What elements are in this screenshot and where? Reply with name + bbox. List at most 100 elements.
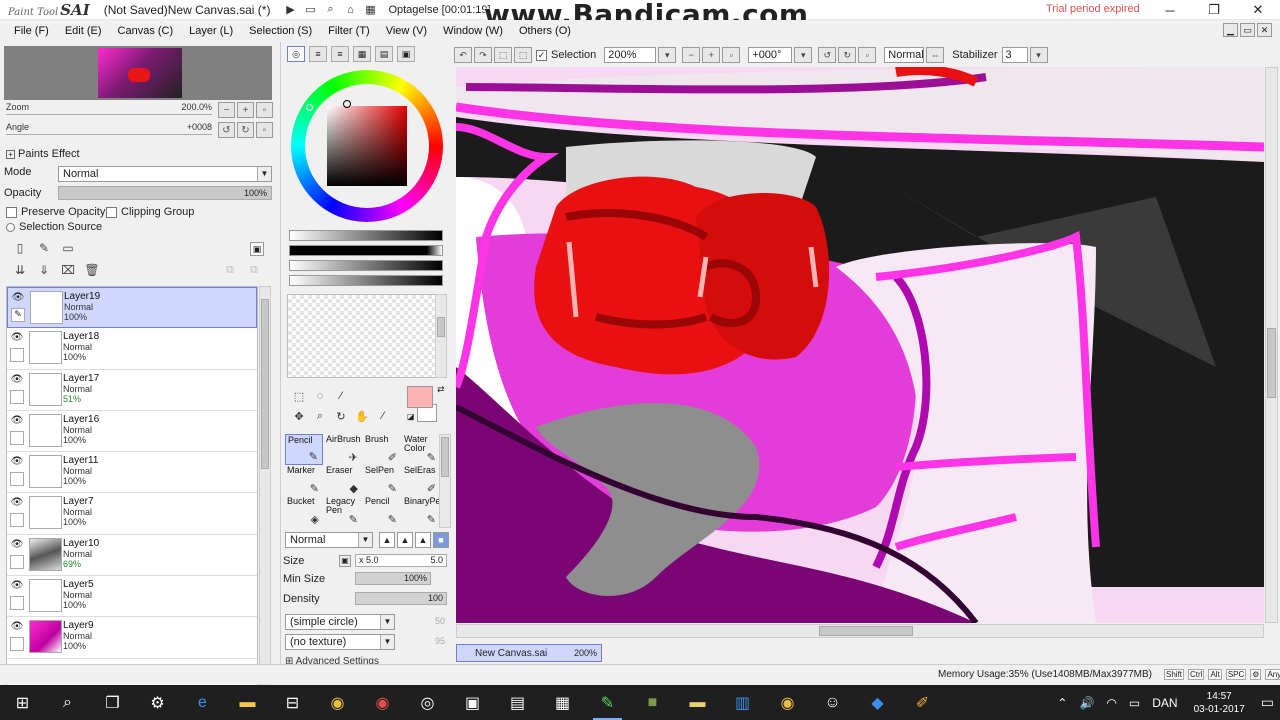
undo-button[interactable]: ↶ [454,47,472,63]
stabilizer-value[interactable]: 3 [1001,47,1028,63]
tip-shape-3-icon[interactable]: ▲ [415,532,431,548]
layer-mode-select[interactable]: Normal ▼ [58,166,272,182]
rect-select-icon[interactable]: ⬚ [289,388,309,404]
color-wheel-tab-icon[interactable]: ◎ [287,46,305,62]
edit-box-icon[interactable] [10,430,24,445]
mdi-close-icon[interactable]: ✕ [1257,23,1272,37]
new-linework-layer-icon[interactable]: ✎ [36,240,52,256]
store-icon[interactable]: ⊟ [270,685,315,720]
app-icon[interactable]: ▤ [495,685,540,720]
flip-button[interactable]: ⇔ [926,47,945,63]
brush-shape-select[interactable]: (simple circle) ▼ [285,614,395,630]
canvas-angle-field[interactable]: +000° [748,47,793,63]
hsv-slider-tab-icon[interactable]: ≡ [331,46,349,62]
app-icon[interactable]: ▥ [720,685,765,720]
layer-list-scrollbar[interactable] [259,286,271,688]
visibility-eye-icon[interactable]: 👁 [10,621,24,633]
layer-row[interactable]: 👁 ✎ Layer19 Normal 100% [7,287,257,329]
transfer-down-icon[interactable]: ⇊ [12,262,28,278]
visibility-eye-icon[interactable]: 👁 [10,456,24,468]
density-slider[interactable]: 100 [355,592,447,605]
opacity-slider[interactable]: 100% [58,186,272,200]
zoom-reset-button[interactable]: ▫ [256,102,273,118]
canvas-zoom-field[interactable]: 200% [604,47,657,63]
eyedropper-icon[interactable]: ⁄ [373,408,393,424]
magic-wand-icon[interactable]: ⁄ [331,388,351,404]
selection-checkbox[interactable]: ✓ Selection [536,49,596,61]
edit-box-icon[interactable] [10,513,24,528]
zoom-tool-icon[interactable]: ⌕ [310,408,330,424]
layer-row[interactable]: 👁 Layer16 Normal 100% [7,410,257,453]
clipping-group-checkbox[interactable]: Clipping Group [106,206,194,218]
brush-tool[interactable]: Water Color ✎ [402,434,440,465]
size-slider[interactable]: x 5.0 5.0 [355,554,447,567]
menu-canvas[interactable]: Canvas (C) [110,25,182,37]
brush-tool[interactable]: Eraser ◆ [324,465,362,496]
drawing-canvas[interactable] [456,67,1264,623]
layer-row[interactable]: 👁 Layer9 Normal 100% [7,617,257,659]
clock[interactable]: 14:57 03-01-2017 [1184,690,1255,716]
color-palette-tab-icon[interactable]: ▦ [353,46,371,62]
deselect-button[interactable]: ⬚ [494,47,512,63]
layer-row[interactable]: 👁 Layer5 Normal 100% [7,576,257,618]
layer-row[interactable]: 👁 Layer7 Normal 100% [7,493,257,535]
close-icon[interactable]: ✕ [1236,0,1280,20]
language-indicator[interactable]: DAN [1146,696,1183,710]
menu-window[interactable]: Window (W) [435,25,511,37]
notes-icon[interactable]: ▬ [675,685,720,720]
rotate-reset-button[interactable]: ▫ [256,122,273,138]
hand-tool-icon[interactable]: ✋ [352,408,372,424]
notifications-icon[interactable]: ▭ [1255,694,1280,711]
zoom-in-button[interactable]: + [237,102,254,118]
edit-box-icon[interactable] [10,472,24,487]
chevron-up-icon[interactable]: ⌃ [1051,696,1073,710]
stabilizer-dropdown-button[interactable]: ▾ [1029,47,1048,63]
min-size-slider[interactable]: 100% [355,572,431,585]
delete-layer-icon[interactable]: 🗑 [84,262,100,278]
settings-app-icon[interactable]: ⚙ [135,685,180,720]
edit-box-icon[interactable] [10,637,24,652]
menu-view[interactable]: View (V) [378,25,435,37]
size-multiplier-icon[interactable]: ▣ [339,555,351,567]
merge-down-icon[interactable]: ⇓ [36,262,52,278]
brush-tool[interactable]: Bucket ◈ [285,496,323,527]
lasso-icon[interactable]: ◌ [310,388,330,404]
battery-icon[interactable]: ▭ [1123,696,1146,710]
saturation-value-square[interactable] [327,106,407,186]
brush-tool[interactable]: Marker ✎ [285,465,323,496]
edit-box-icon[interactable] [10,348,24,363]
tip-shape-1-icon[interactable]: ▲ [379,532,395,548]
brush-tool[interactable]: AirBrush ✈ [324,434,362,465]
selection-source-checkbox[interactable]: Selection Source [6,221,102,233]
search-icon[interactable]: ⌕ [320,1,340,19]
brush-tool[interactable]: Legacy Pen ✎ [324,496,362,527]
tip-shape-4-icon[interactable]: ■ [433,532,449,548]
layer-panel-toggle-icon[interactable]: ▣ [250,242,264,256]
layer-row[interactable]: 👁 Layer11 Normal 100% [7,452,257,494]
brush-blend-select[interactable]: Normal ▼ [285,532,373,548]
file-explorer-icon[interactable]: ▬ [225,685,270,720]
visibility-eye-icon[interactable]: 👁 [10,539,24,551]
edit-box-icon[interactable] [10,596,24,611]
brush-grid-scrollbar[interactable] [439,434,451,528]
task-view-icon[interactable]: ❐ [90,685,135,720]
visibility-eye-icon[interactable]: 👁 [10,415,24,427]
wifi-icon[interactable]: ◠ [1100,696,1122,710]
invert-selection-button[interactable]: ⬚ [514,47,532,63]
brush-tool[interactable]: BinaryPe ✎ [402,496,441,527]
avatar-app-icon[interactable]: ☺ [810,685,855,720]
layer-row[interactable]: 👁 Layer18 Normal 100% [7,328,257,370]
canvas-horizontal-scrollbar[interactable] [456,624,1264,638]
bandicam-icon[interactable]: ◉ [360,685,405,720]
menu-selection[interactable]: Selection (S) [241,25,320,37]
paints-effect-header[interactable]: + Paints Effect [6,148,80,160]
menu-file[interactable]: File (F) [6,25,57,37]
grid-icon[interactable]: ▦ [360,1,380,19]
rgb-slider-tab-icon[interactable]: ≡ [309,46,327,62]
swatch-scrollbar[interactable] [435,294,447,378]
scratchpad-tab-icon[interactable]: ▣ [397,46,415,62]
minimize-icon[interactable]: ─ [1148,0,1192,20]
tip-shape-2-icon[interactable]: ▲ [397,532,413,548]
brush-texture-select[interactable]: (no texture) ▼ [285,634,395,650]
swatches-tab-icon[interactable]: ▤ [375,46,393,62]
